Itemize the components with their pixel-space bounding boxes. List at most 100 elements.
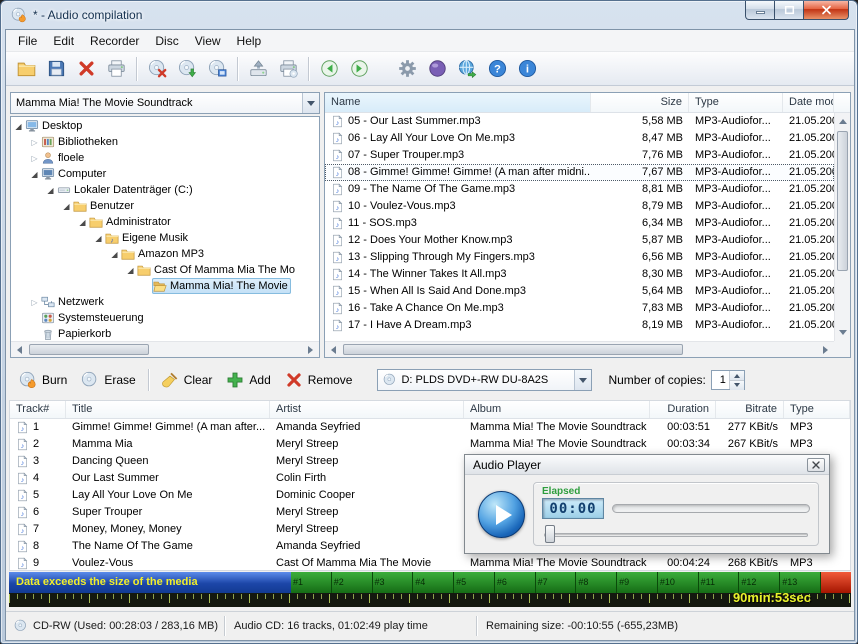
tree-item[interactable]: ▷floele	[11, 150, 319, 166]
track-column-header[interactable]: Title	[66, 401, 270, 418]
history-forward-button[interactable]	[345, 55, 373, 83]
cancel-button[interactable]	[72, 55, 100, 83]
track-column-header[interactable]: Album	[464, 401, 650, 418]
file-row[interactable]: ♪08 - Gimme! Gimme! Gimme! (A man after …	[325, 164, 834, 181]
scroll-left-button[interactable]	[11, 342, 27, 358]
spinner-down-button[interactable]	[730, 380, 744, 390]
file-row[interactable]: ♪14 - The Winner Takes It All.mp38,30 MB…	[325, 266, 834, 283]
file-column-header[interactable]: Name	[325, 93, 591, 112]
tree-item[interactable]: ▷Netzwerk	[11, 294, 319, 310]
expander-expanded-icon[interactable]: ◢	[77, 218, 88, 227]
expander-expanded-icon[interactable]: ◢	[125, 266, 136, 275]
file-row[interactable]: ♪10 - Voulez-Vous.mp38,79 MBMP3-Audiofor…	[325, 198, 834, 215]
scrollbar-thumb[interactable]	[343, 344, 683, 355]
menu-file[interactable]: File	[10, 31, 45, 51]
device-combo[interactable]: D: PLDS DVD+-RW DU-8A2S	[377, 369, 592, 391]
erase-disc-button[interactable]	[143, 55, 171, 83]
track-column-header[interactable]: Duration	[650, 401, 716, 418]
expander-expanded-icon[interactable]: ◢	[109, 250, 120, 259]
file-row[interactable]: ♪16 - Take A Chance On Me.mp37,83 MBMP3-…	[325, 300, 834, 317]
expander-collapsed-icon[interactable]: ▷	[29, 138, 40, 147]
expander-expanded-icon[interactable]: ◢	[45, 186, 56, 195]
file-row[interactable]: ♪13 - Slipping Through My Fingers.mp36,5…	[325, 249, 834, 266]
scroll-left-button[interactable]	[325, 342, 341, 358]
menu-edit[interactable]: Edit	[45, 31, 82, 51]
scroll-down-button[interactable]	[835, 325, 851, 341]
import-session-button[interactable]	[173, 55, 201, 83]
save-compilation-button[interactable]	[42, 55, 70, 83]
copy-disc-button[interactable]	[203, 55, 231, 83]
menu-recorder[interactable]: Recorder	[82, 31, 147, 51]
expander-expanded-icon[interactable]: ◢	[61, 202, 72, 211]
spinner-up-button[interactable]	[730, 371, 744, 380]
file-row[interactable]: ♪11 - SOS.mp36,34 MBMP3-Audiofor...21.05…	[325, 215, 834, 232]
track-column-header[interactable]: Track#	[10, 401, 66, 418]
tree-horizontal-scrollbar[interactable]	[11, 341, 319, 357]
tree-item[interactable]: ◢♪Eigene Musik	[11, 230, 319, 246]
play-button[interactable]	[478, 491, 525, 538]
burn-button[interactable]: Burn	[12, 367, 74, 393]
file-row[interactable]: ♪12 - Does Your Mother Know.mp35,87 MBMP…	[325, 232, 834, 249]
new-compilation-button[interactable]	[12, 55, 40, 83]
file-column-header[interactable]: Date mod...	[783, 93, 834, 112]
history-back-button[interactable]	[315, 55, 343, 83]
menu-help[interactable]: Help	[229, 31, 270, 51]
print-disc-label-button[interactable]	[274, 55, 302, 83]
track-row[interactable]: ♪1Gimme! Gimme! Gimme! (A man after...Am…	[10, 419, 850, 436]
folder-combo-dropdown-button[interactable]	[302, 93, 319, 113]
slider-track[interactable]	[544, 533, 808, 537]
file-row[interactable]: ♪09 - The Name Of The Game.mp38,81 MBMP3…	[325, 181, 834, 198]
track-row[interactable]: ♪2Mamma MiaMeryl StreepMamma Mia! The Mo…	[10, 436, 850, 453]
print-button[interactable]	[102, 55, 130, 83]
scroll-right-button[interactable]	[818, 342, 834, 358]
expander-collapsed-icon[interactable]: ▷	[29, 298, 40, 307]
menu-view[interactable]: View	[187, 31, 229, 51]
expander-expanded-icon[interactable]: ◢	[29, 170, 40, 179]
tree-item[interactable]: Systemsteuerung	[11, 310, 319, 326]
website-button[interactable]	[453, 55, 481, 83]
file-row[interactable]: ♪17 - I Have A Dream.mp38,19 MBMP3-Audio…	[325, 317, 834, 334]
expander-expanded-icon[interactable]: ◢	[13, 122, 24, 131]
device-combo-dropdown-button[interactable]	[574, 370, 591, 390]
help-button[interactable]: ?	[483, 55, 511, 83]
file-row[interactable]: ♪06 - Lay All Your Love On Me.mp38,47 MB…	[325, 130, 834, 147]
close-button[interactable]	[803, 1, 849, 20]
tree-item[interactable]: ◢Desktop	[11, 118, 319, 134]
erase-button[interactable]: Erase	[74, 367, 142, 393]
add-button[interactable]: Add	[219, 367, 277, 393]
file-row[interactable]: ♪15 - When All Is Said And Done.mp35,64 …	[325, 283, 834, 300]
settings-button[interactable]	[393, 55, 421, 83]
language-button[interactable]	[423, 55, 451, 83]
scroll-up-button[interactable]	[835, 113, 851, 129]
file-list-horizontal-scrollbar[interactable]	[325, 341, 834, 357]
folder-combo[interactable]: Mamma Mia! The Movie Soundtrack	[10, 92, 320, 114]
remove-button[interactable]: Remove	[278, 367, 360, 393]
maximize-button[interactable]	[775, 1, 803, 20]
minimize-button[interactable]	[745, 1, 775, 20]
file-list-vertical-scrollbar[interactable]	[834, 113, 850, 341]
copies-value[interactable]: 1	[712, 371, 729, 389]
clear-button[interactable]: Clear	[154, 367, 220, 393]
tree-item[interactable]: ◢Administrator	[11, 214, 319, 230]
audio-player-title-bar[interactable]: Audio Player	[465, 455, 829, 475]
scrollbar-track[interactable]	[27, 342, 303, 357]
file-row[interactable]: ♪05 - Our Last Summer.mp35,58 MBMP3-Audi…	[325, 113, 834, 130]
expander-collapsed-icon[interactable]: ▷	[29, 154, 40, 163]
slider-thumb[interactable]	[545, 525, 555, 543]
scrollbar-track[interactable]	[341, 342, 818, 357]
file-column-header[interactable]: Size	[591, 93, 689, 112]
copies-spinner[interactable]: 1	[711, 370, 745, 390]
tree-item[interactable]: Mamma Mia! The Movie	[11, 278, 319, 294]
track-row[interactable]: ♪9Voulez-VousCast Of Mamma Mia The Movie…	[10, 555, 850, 570]
eject-tray-button[interactable]	[244, 55, 272, 83]
scrollbar-track[interactable]	[835, 129, 850, 325]
track-column-header[interactable]: Type	[784, 401, 850, 418]
file-column-header[interactable]: Type	[689, 93, 783, 112]
scrollbar-thumb[interactable]	[29, 344, 149, 355]
tree-item[interactable]: Papierkorb	[11, 326, 319, 341]
tree-item[interactable]: ▷Bibliotheken	[11, 134, 319, 150]
seek-slider[interactable]	[542, 524, 810, 544]
tree-item[interactable]: ◢Lokaler Datenträger (C:)	[11, 182, 319, 198]
track-column-header[interactable]: Artist	[270, 401, 464, 418]
file-row[interactable]: ♪07 - Super Trouper.mp37,76 MBMP3-Audiof…	[325, 147, 834, 164]
